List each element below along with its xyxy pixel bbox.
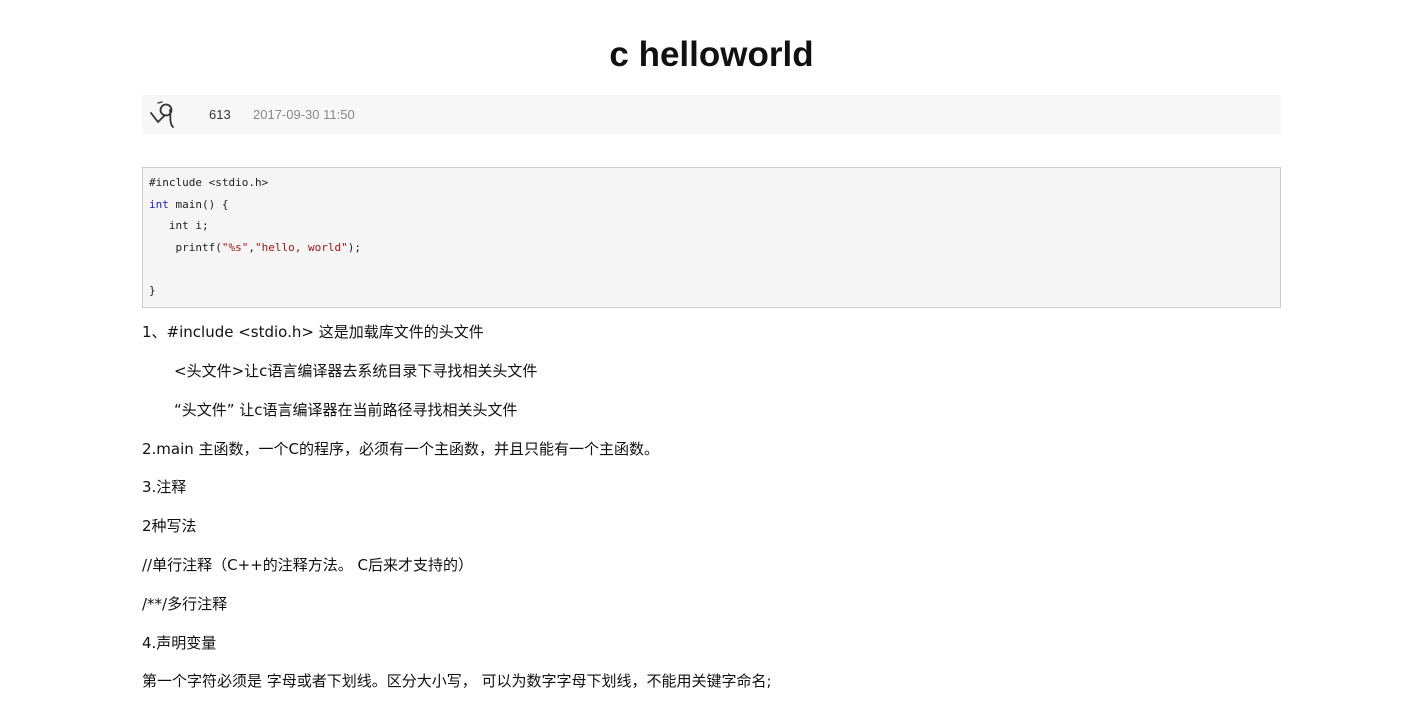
publish-date: 2017-09-30 11:50 xyxy=(253,107,355,122)
paragraph: <头文件>让c语言编译器去系统目录下寻找相关头文件 xyxy=(174,362,538,380)
code-text: printf( xyxy=(149,241,222,254)
paragraph: “头文件” 让c语言编译器在当前路径寻找相关头文件 xyxy=(174,401,518,419)
article-meta-bar: 613 2017-09-30 11:50 xyxy=(142,95,1281,134)
view-count: 613 xyxy=(209,107,231,122)
code-line-6: } xyxy=(149,284,156,297)
author-avatar-icon[interactable] xyxy=(148,99,178,129)
paragraph: /**/多行注释 xyxy=(142,595,228,613)
code-string: "%s" xyxy=(221,241,249,254)
paragraph: //单行注释（C++的注释方法。 C后来才支持的） xyxy=(142,556,473,574)
paragraph: 3.注释 xyxy=(142,478,187,496)
code-text: main() { xyxy=(168,198,229,211)
code-line-2: int main() { xyxy=(149,198,228,212)
code-string: "hello, world" xyxy=(254,241,348,254)
paragraph: 第一个字符必须是 字母或者下划线。区分大小写， 可以为数字字母下划线，不能用关键… xyxy=(142,672,772,690)
code-line-3: int i; xyxy=(149,219,209,232)
page-title: c helloworld xyxy=(609,35,814,74)
code-line-1: #include <stdio.h> xyxy=(149,176,269,189)
code-keyword: int xyxy=(149,198,169,211)
code-block: #include <stdio.h> int main() { int i; pr… xyxy=(142,167,1281,308)
paragraph: 4.声明变量 xyxy=(142,634,217,652)
code-line-4: printf("%s","hello, world"); xyxy=(149,241,361,255)
code-text: , xyxy=(248,241,255,254)
paragraph: 2种写法 xyxy=(142,517,197,535)
paragraph: 1、#include <stdio.h> 这是加载库文件的头文件 xyxy=(142,323,484,341)
code-text: ); xyxy=(347,241,361,254)
paragraph: 2.main 主函数，一个C的程序，必须有一个主函数，并且只能有一个主函数。 xyxy=(142,440,660,458)
